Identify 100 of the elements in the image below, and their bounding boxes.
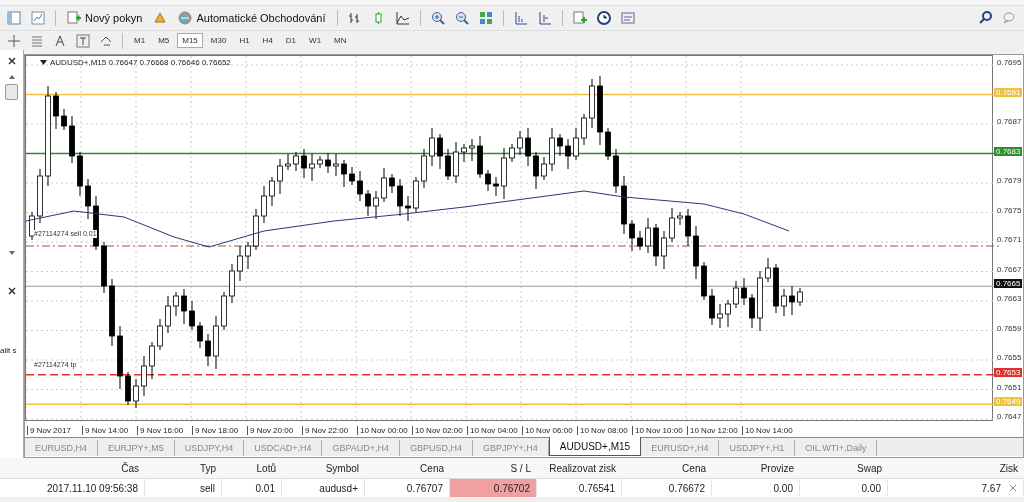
chart-tab[interactable]: AUDUSD+,M15: [548, 437, 642, 456]
candle: [437, 133, 443, 170]
close-icon[interactable]: [6, 56, 17, 66]
column-header[interactable]: Cena: [622, 458, 712, 479]
candle: [469, 138, 475, 162]
time-axis-label: 9 Nov 14:00: [82, 425, 137, 435]
column-header[interactable]: Symbol: [282, 458, 365, 479]
price-axis-label: 0.7659: [997, 323, 1022, 333]
price-axis-label: 0.7651: [997, 382, 1022, 392]
candle: [693, 225, 699, 280]
scrollbar-thumb[interactable]: [5, 84, 18, 100]
table-cell: 0.00: [800, 479, 888, 497]
price-axis-label: 0.7667: [997, 264, 1022, 274]
candle: [445, 148, 451, 181]
auto-trading-button[interactable]: Automatické Obchodování: [174, 8, 330, 28]
column-header[interactable]: Čas: [0, 458, 145, 479]
time-axis-label: 10 Nov 12:00: [687, 425, 742, 435]
dropdown-icon[interactable]: [40, 60, 47, 65]
candle: [277, 158, 283, 195]
candle: [29, 211, 35, 241]
candle: [133, 378, 139, 409]
column-header[interactable]: Realizovat zisk: [537, 458, 622, 479]
candle: [189, 300, 195, 331]
new-order-button[interactable]: Nový pokyn: [63, 8, 147, 28]
candle: [85, 178, 91, 220]
table-cell: 0.76707: [365, 479, 450, 497]
candle: [573, 127, 579, 161]
candle: [405, 195, 411, 222]
candle: [685, 208, 691, 247]
candle: [349, 166, 355, 186]
candle: [397, 178, 403, 217]
candle: [709, 288, 715, 326]
candle: [157, 318, 163, 351]
candle: [53, 91, 59, 130]
candle: [181, 288, 187, 325]
price-marker: 0.7665: [994, 279, 1023, 289]
candle: [581, 113, 587, 146]
price-axis-label: 0.7687: [997, 117, 1022, 126]
time-axis-label: 9 Nov 18:00: [192, 425, 247, 435]
chart-window-icon[interactable]: [28, 8, 48, 28]
time-axis-label: 10 Nov 00:00: [357, 425, 412, 435]
candle: [637, 230, 643, 251]
timeframe-button[interactable]: D1: [280, 33, 302, 48]
candle: [669, 207, 675, 243]
scroll-down-icon[interactable]: [7, 250, 16, 256]
candle: [645, 217, 651, 254]
candle: [221, 291, 227, 331]
timeframe-button[interactable]: H4: [257, 33, 278, 48]
candle: [261, 185, 267, 224]
candle: [381, 167, 387, 203]
price-axis-label: 0.7647: [997, 412, 1022, 421]
candle: [61, 108, 67, 131]
column-header[interactable]: Cena: [365, 458, 450, 479]
column-header[interactable]: Lotů: [222, 458, 282, 479]
time-axis-label: 9 Nov 22:00: [302, 425, 357, 435]
column-header[interactable]: Swap: [800, 458, 888, 479]
timeframe-button[interactable]: M15: [177, 33, 203, 48]
column-header[interactable]: Zisk: [888, 458, 1024, 479]
candle: [77, 151, 83, 197]
price-axis-label: 0.7695: [997, 58, 1022, 67]
candle: [173, 291, 179, 317]
close-icon[interactable]: [6, 286, 17, 296]
candle: [421, 148, 427, 189]
price-axis-label: 0.7675: [997, 205, 1022, 215]
time-axis-label: 10 Nov 08:00: [577, 425, 632, 435]
timeframe-button[interactable]: M30: [205, 33, 232, 48]
candle: [373, 190, 379, 220]
timeframe-button[interactable]: M1: [129, 33, 151, 48]
candle: [197, 321, 203, 349]
table-cell: 2017.11.10 09:56:38: [0, 479, 145, 497]
table-cell: 0.01: [222, 479, 282, 497]
candle: [149, 341, 155, 380]
time-axis-label: 10 Nov 10:00: [632, 425, 687, 435]
candle: [237, 245, 243, 282]
candle: [621, 175, 627, 235]
column-header[interactable]: Provize: [712, 458, 800, 479]
column-header[interactable]: S / L: [450, 458, 537, 479]
timeframe-button[interactable]: W1: [304, 33, 327, 48]
candle: [677, 211, 683, 226]
price-axis-label: 0.7671: [997, 235, 1022, 244]
candle: [501, 147, 507, 200]
candle: [333, 153, 339, 177]
timeframe-button[interactable]: MN: [329, 33, 352, 48]
candle: [365, 189, 371, 217]
candle: [493, 176, 499, 197]
scroll-up-icon[interactable]: [7, 74, 16, 80]
candle: [653, 223, 659, 267]
table-cell: 7.67: [981, 482, 1001, 494]
candle: [269, 176, 275, 207]
candle: [549, 127, 555, 172]
timeframe-button[interactable]: M5: [153, 33, 175, 48]
column-header[interactable]: Typ: [145, 458, 222, 479]
candle: [629, 219, 635, 252]
panel-icon[interactable]: [4, 8, 24, 28]
candle: [589, 78, 595, 129]
candle: [301, 148, 307, 179]
timeframe-button[interactable]: H1: [234, 33, 255, 48]
candle: [773, 263, 779, 314]
candle: [613, 148, 619, 194]
candle: [597, 75, 603, 146]
